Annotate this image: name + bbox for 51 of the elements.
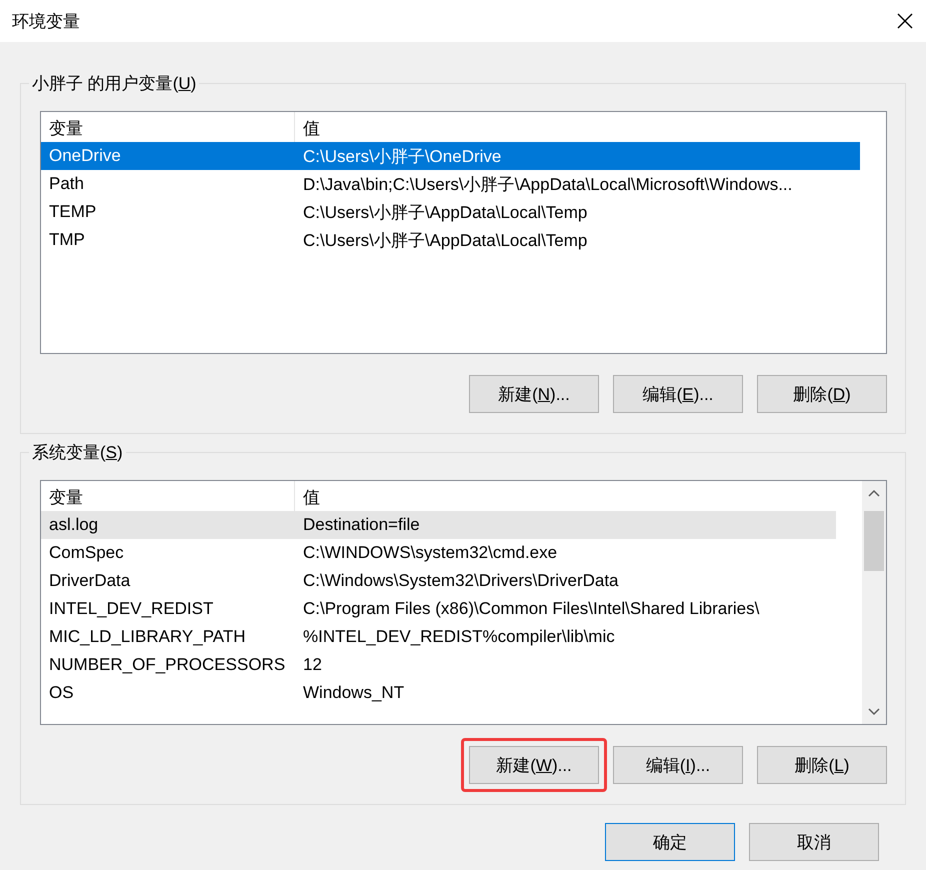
action-button[interactable]: 删除(D) bbox=[757, 375, 887, 413]
variable-value: D:\Java\bin;C:\Users\小胖子\AppData\Local\Microsoft\Windows... bbox=[302, 174, 794, 196]
variable-name: MIC_LD_LIBRARY_PATH bbox=[48, 627, 247, 647]
variable-value: C:\WINDOWS\system32\cmd.exe bbox=[302, 543, 558, 563]
action-button[interactable]: 删除(L) bbox=[757, 746, 887, 784]
list-row[interactable]: OneDrive C:\Users\小胖子\OneDrive bbox=[41, 142, 860, 170]
dialog-button[interactable]: 确定 bbox=[605, 823, 735, 861]
group-label: 小胖子 的用户变量(U) bbox=[29, 72, 200, 95]
window-title: 环境变量 bbox=[12, 10, 80, 32]
variable-value: C:\Users\小胖子\AppData\Local\Temp bbox=[302, 202, 588, 224]
variable-value: Windows_NT bbox=[302, 683, 406, 703]
variable-list[interactable]: 变量 值 OneDrive C:\Users\小胖子\OneDrive Path D:\Java\bin;C:\Users\小胖子\AppData\Local\Microsoft\Windows... TEMP C:\Users\小胖子\AppData\Local\Temp TMP C:\Users\小胖子\AppData\Local\Temp bbox=[40, 111, 887, 354]
column-header[interactable]: 值 bbox=[295, 112, 860, 142]
scrollbar[interactable] bbox=[862, 481, 886, 724]
action-button[interactable]: 编辑(E)... bbox=[613, 375, 743, 413]
variable-name: ComSpec bbox=[48, 543, 125, 563]
variable-name: INTEL_DEV_REDIST bbox=[48, 599, 214, 619]
action-button[interactable]: 新建(W)... bbox=[469, 746, 599, 784]
list-row[interactable]: TEMP C:\Users\小胖子\AppData\Local\Temp bbox=[41, 198, 860, 226]
scroll-thumb[interactable] bbox=[864, 511, 884, 571]
group-label: 系统变量(S) bbox=[29, 441, 126, 464]
variable-list[interactable] bbox=[40, 480, 887, 725]
list-row[interactable]: asl.log Destination=file bbox=[41, 511, 836, 539]
list-row[interactable]: INTEL_DEV_REDIST C:\Program Files (x86)\Common Files\Intel\Shared Libraries\ bbox=[41, 595, 836, 623]
variable-name: asl.log bbox=[48, 515, 100, 535]
close-icon[interactable] bbox=[896, 12, 914, 30]
variable-name: DriverData bbox=[48, 571, 132, 591]
variable-name: TEMP bbox=[48, 202, 98, 222]
list-row[interactable]: TMP C:\Users\小胖子\AppData\Local\Temp bbox=[41, 226, 860, 254]
list-row[interactable]: Path D:\Java\bin;C:\Users\小胖子\AppData\Local\Microsoft\Windows... bbox=[41, 170, 860, 198]
variable-name: Path bbox=[48, 174, 85, 194]
variable-value: C:\Users\小胖子\AppData\Local\Temp bbox=[302, 230, 588, 252]
column-header[interactable]: 值 bbox=[295, 481, 836, 511]
action-button[interactable]: 新建(N)... bbox=[469, 375, 599, 413]
variable-value: 12 bbox=[302, 655, 323, 675]
list-row[interactable]: MIC_LD_LIBRARY_PATH %INTEL_DEV_REDIST%compiler\lib\mic bbox=[41, 623, 836, 651]
variable-value: C:\Users\小胖子\OneDrive bbox=[302, 146, 502, 168]
list-row[interactable]: ComSpec C:\WINDOWS\system32\cmd.exe bbox=[41, 539, 836, 567]
action-button[interactable]: 编辑(I)... bbox=[613, 746, 743, 784]
list-row[interactable]: OS Windows_NT bbox=[41, 679, 836, 707]
variable-name: TMP bbox=[48, 230, 86, 250]
variable-name: OneDrive bbox=[48, 146, 122, 166]
dialog-button[interactable]: 取消 bbox=[749, 823, 879, 861]
list-row[interactable]: NUMBER_OF_PROCESSORS 12 bbox=[41, 651, 836, 679]
variable-name: OS bbox=[48, 683, 75, 703]
variable-value: %INTEL_DEV_REDIST%compiler\lib\mic bbox=[302, 627, 616, 647]
list-row[interactable]: DriverData C:\Windows\System32\Drivers\DriverData bbox=[41, 567, 836, 595]
variable-name: NUMBER_OF_PROCESSORS bbox=[48, 655, 286, 675]
variable-value: C:\Windows\System32\Drivers\DriverData bbox=[302, 571, 620, 591]
variable-value: Destination=file bbox=[302, 515, 421, 535]
variable-value: C:\Program Files (x86)\Common Files\Intel\Shared Libraries\ bbox=[302, 599, 760, 619]
